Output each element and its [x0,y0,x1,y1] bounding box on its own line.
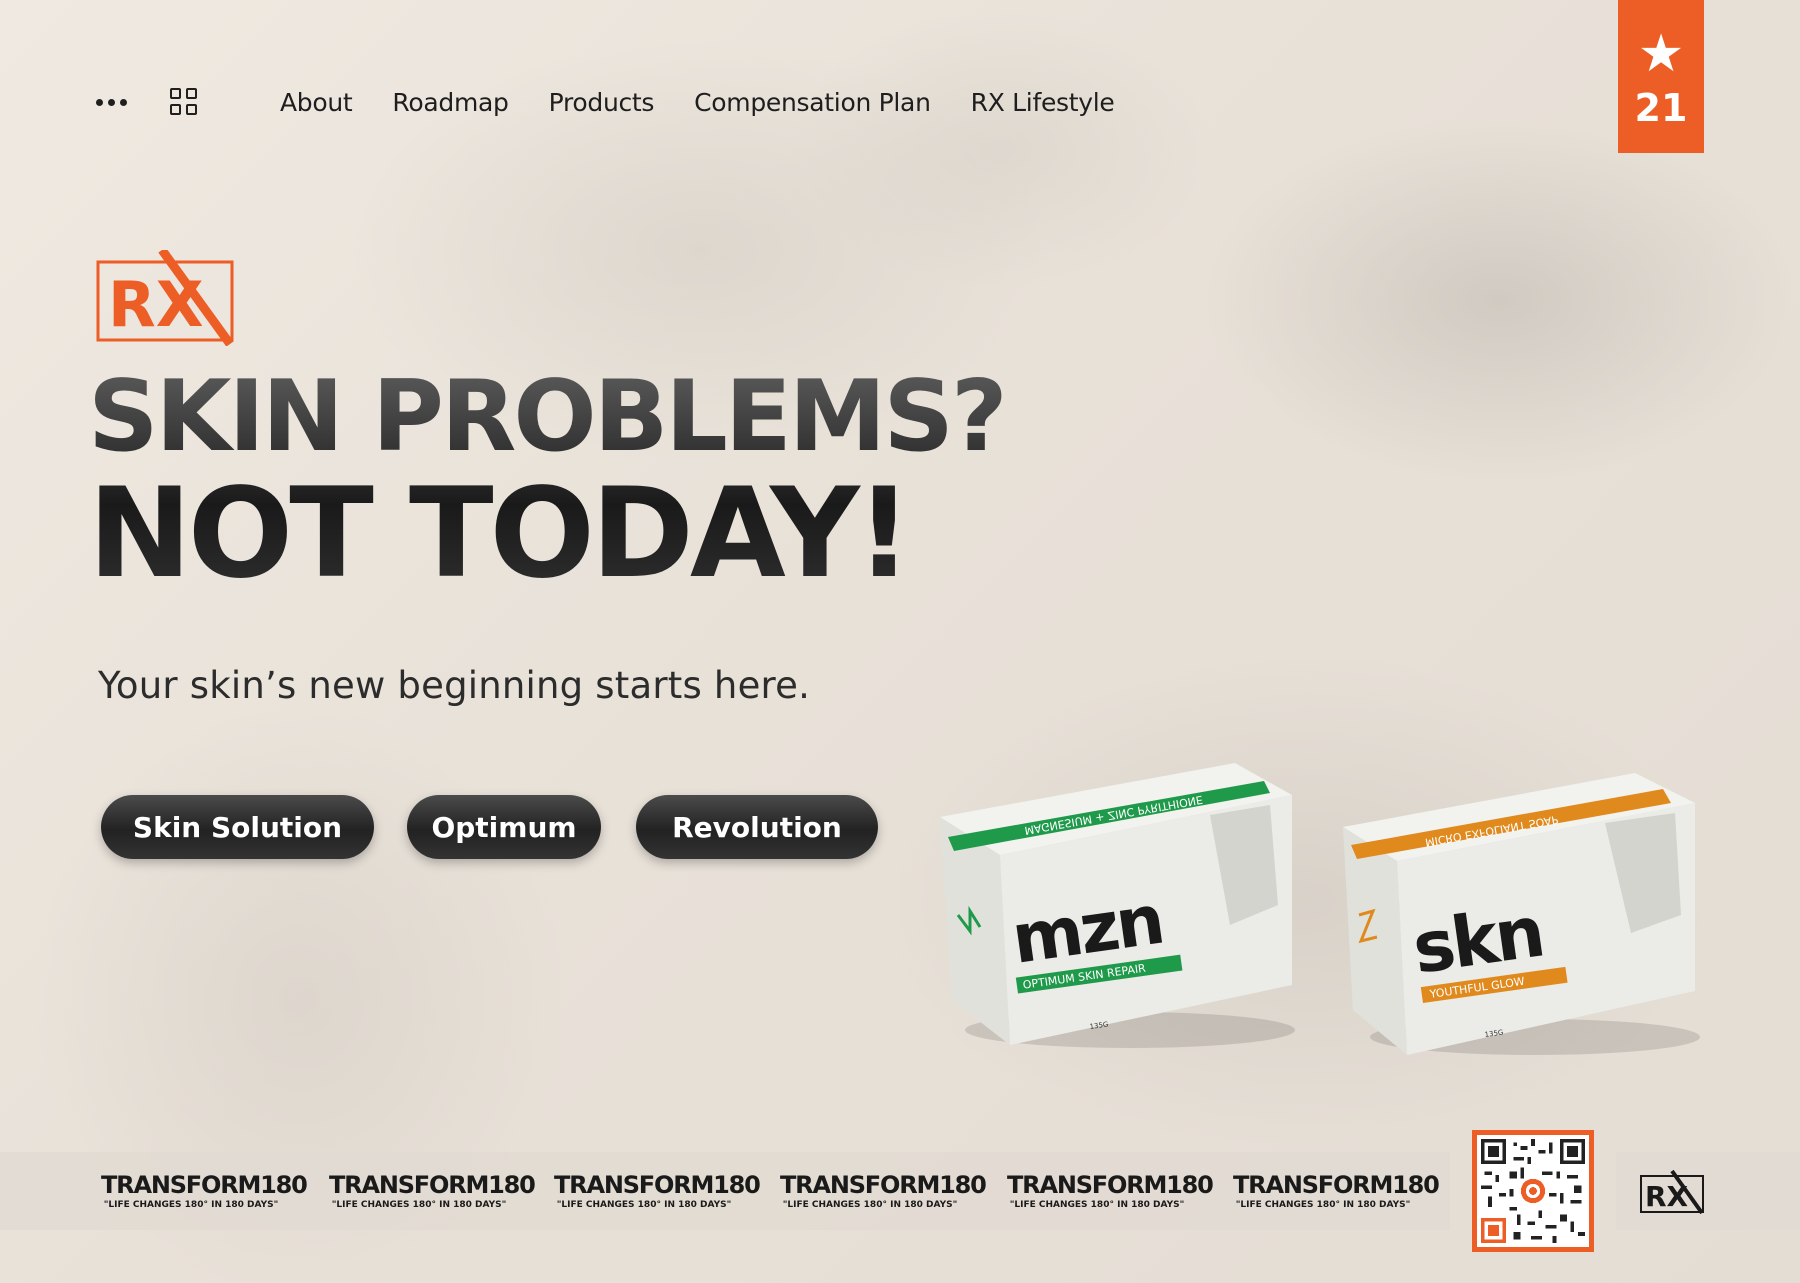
top-nav: About Roadmap Products Compensation Plan… [96,80,1154,124]
transform-subtitle: "LIFE CHANGES 180° IN 180 DAYS" [556,1200,732,1210]
transform-subtitle: "LIFE CHANGES 180° IN 180 DAYS" [331,1200,507,1210]
rating-value: 21 [1634,86,1688,130]
nav-link-rx-lifestyle[interactable]: RX Lifestyle [971,88,1115,117]
skn-product-box[interactable]: MICRO EXFOLIANT SOAP skn YOUTHFUL GLOW 1… [1335,765,1705,1065]
optimum-button[interactable]: Optimum [407,795,601,859]
transform-title: TRANSFORM180 [1233,1171,1440,1199]
rating-badge[interactable]: ★ 21 [1618,0,1704,153]
mzn-product-box[interactable]: MAGNESIUM + ZINC PYRITHIONE mzn OPTIMUM … [930,755,1300,1055]
transform-title: TRANSFORM180 [780,1171,987,1199]
transform-title: TRANSFORM180 [554,1171,761,1199]
transform-title: TRANSFORM180 [101,1171,308,1199]
nav-link-roadmap[interactable]: Roadmap [392,88,508,117]
transform-item: TRANSFORM180 "LIFE CHANGES 180° IN 180 D… [101,1171,308,1210]
hero-tagline: Your skin’s new beginning starts here. [98,664,811,707]
transform-item: TRANSFORM180 "LIFE CHANGES 180° IN 180 D… [554,1171,761,1210]
skin-solution-button[interactable]: Skin Solution [101,795,374,859]
rx-logo-text: RX [108,268,204,341]
star-icon: ★ [1637,24,1685,84]
transform-item: TRANSFORM180 "LIFE CHANGES 180° IN 180 D… [1007,1171,1214,1210]
nav-link-about[interactable]: About [280,88,353,117]
qr-code-icon [1481,1139,1585,1243]
revolution-button[interactable]: Revolution [636,795,878,859]
transform-item: TRANSFORM180 "LIFE CHANGES 180° IN 180 D… [780,1171,987,1210]
footer-rx-logo[interactable]: RX [1640,1170,1706,1214]
nav-links: About Roadmap Products Compensation Plan… [280,88,1154,117]
nav-link-compensation-plan[interactable]: Compensation Plan [694,88,931,117]
nav-link-products[interactable]: Products [549,88,655,117]
transform-title: TRANSFORM180 [1007,1171,1214,1199]
transform-subtitle: "LIFE CHANGES 180° IN 180 DAYS" [1009,1200,1185,1210]
transform-title: TRANSFORM180 [329,1171,536,1199]
headline-line-2: NOT TODAY! [88,462,909,606]
grid-menu-icon[interactable] [170,88,198,116]
transform-subtitle: "LIFE CHANGES 180° IN 180 DAYS" [1235,1200,1411,1210]
transform-subtitle: "LIFE CHANGES 180° IN 180 DAYS" [103,1200,279,1210]
headline-line-1: SKIN PROBLEMS? [88,360,1005,474]
qr-code[interactable] [1472,1130,1594,1252]
more-dots-icon[interactable] [96,98,132,106]
transform-item: TRANSFORM180 "LIFE CHANGES 180° IN 180 D… [1233,1171,1440,1210]
hero-headline: SKIN PROBLEMS? NOT TODAY! [88,368,1005,596]
rx-logo[interactable]: RX [96,250,238,346]
transform-subtitle: "LIFE CHANGES 180° IN 180 DAYS" [782,1200,958,1210]
transform-item: TRANSFORM180 "LIFE CHANGES 180° IN 180 D… [329,1171,536,1210]
